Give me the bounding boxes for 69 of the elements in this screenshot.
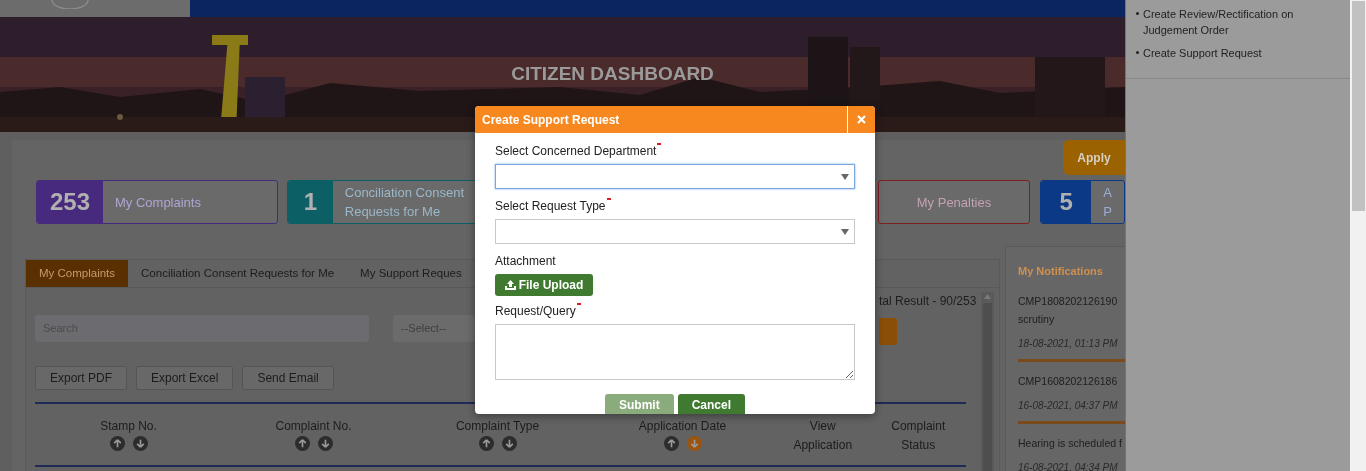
column-header: Complaint Type <box>455 418 540 435</box>
sort-down-icon[interactable] <box>132 436 148 451</box>
column-header: Complaint Status <box>890 418 947 454</box>
stat-card[interactable]: 5 A P <box>1040 180 1125 224</box>
column-header: View Application <box>792 418 854 454</box>
menu-link[interactable]: Create Support Request <box>1143 45 1262 61</box>
stat-card[interactable]: 1 Conciliation Consent Requests for Me <box>287 180 477 224</box>
bullet-icon <box>1136 51 1139 54</box>
bullet-icon <box>1136 12 1139 15</box>
tab[interactable]: Conciliation Consent Requests for Me <box>128 260 348 287</box>
field-label: Attachment <box>495 253 556 270</box>
page-scrollbar[interactable] <box>1350 0 1366 471</box>
scroll-up-icon[interactable] <box>984 294 991 299</box>
stat-count: 1 <box>288 181 333 223</box>
stat-label: A <box>1103 184 1112 202</box>
sort-up-icon[interactable] <box>294 436 310 451</box>
upload-icon <box>504 280 516 290</box>
notification-text: CMP1608202126186 <box>1018 373 1119 389</box>
field-label: Select Request Type <box>495 198 606 215</box>
column-header: Complaint No. <box>275 418 352 435</box>
sort-up-icon[interactable] <box>663 436 679 451</box>
required-mark <box>606 198 611 200</box>
sort-down-icon[interactable] <box>501 436 517 451</box>
stat-card[interactable]: 253 My Complaints <box>36 180 278 224</box>
export-button[interactable]: Send Email <box>242 366 334 390</box>
sort-down-icon[interactable] <box>317 436 333 451</box>
menu-link[interactable]: Create Review/Rectification on Judgement Order <box>1143 6 1344 38</box>
notification-text: CMP1808202126190 <box>1018 293 1119 309</box>
dialog-title: Create Support Request <box>481 111 620 129</box>
emblem-icon <box>50 0 90 9</box>
stat-label: My Complaints <box>115 193 201 212</box>
stat-label: P <box>1103 203 1112 221</box>
column-header: Application Date <box>638 418 727 435</box>
column-header: Stamp No. <box>100 418 157 435</box>
stat-label: Conciliation Consent <box>344 184 464 202</box>
stat-label: My Penalties <box>916 193 992 212</box>
sort-up-icon[interactable] <box>478 436 494 451</box>
sort-up-icon[interactable] <box>109 436 125 451</box>
notification-text: scrutiny <box>1018 311 1056 327</box>
export-button[interactable]: Export PDF <box>35 366 127 390</box>
dialog-button[interactable]: Cancel <box>677 394 745 414</box>
stat-label: Requests for Me <box>344 203 441 221</box>
select-field[interactable] <box>495 219 855 244</box>
sort-down-icon[interactable] <box>686 436 702 451</box>
close-icon <box>857 115 866 124</box>
tab[interactable]: My Support Reques <box>347 260 475 287</box>
notification-date: 16-08-2021, 04:34 PM <box>1018 460 1119 471</box>
export-button[interactable]: Export Excel <box>136 366 234 390</box>
field-label: Select Concerned Department <box>495 143 657 160</box>
select-field[interactable] <box>495 164 855 189</box>
notification-text: Hearing is scheduled f <box>1018 435 1123 451</box>
stat-count: 253 <box>37 181 103 223</box>
caret-icon <box>841 228 849 235</box>
required-mark <box>576 303 581 305</box>
notifications-title: My Notifications <box>1018 264 1104 279</box>
notification-date: 16-08-2021, 04:37 PM <box>1018 398 1119 413</box>
page-title: CITIZEN DASHBOARD <box>511 62 714 87</box>
query-textarea[interactable] <box>495 324 855 380</box>
stat-count: 5 <box>1041 181 1092 223</box>
stat-card[interactable]: My Penalties <box>878 180 1030 224</box>
file-upload-button[interactable]: File Upload <box>495 274 593 296</box>
result-count: tal Result - 90/253 <box>879 293 977 310</box>
apply-button[interactable]: Apply <box>1063 140 1125 175</box>
caret-icon <box>841 173 849 180</box>
scrollbar[interactable] <box>981 292 994 471</box>
notification-date: 18-08-2021, 01:13 PM <box>1018 336 1119 351</box>
required-mark <box>657 143 662 145</box>
tab[interactable]: My Complaints <box>26 260 129 287</box>
field-label: Request/Query <box>495 303 576 320</box>
